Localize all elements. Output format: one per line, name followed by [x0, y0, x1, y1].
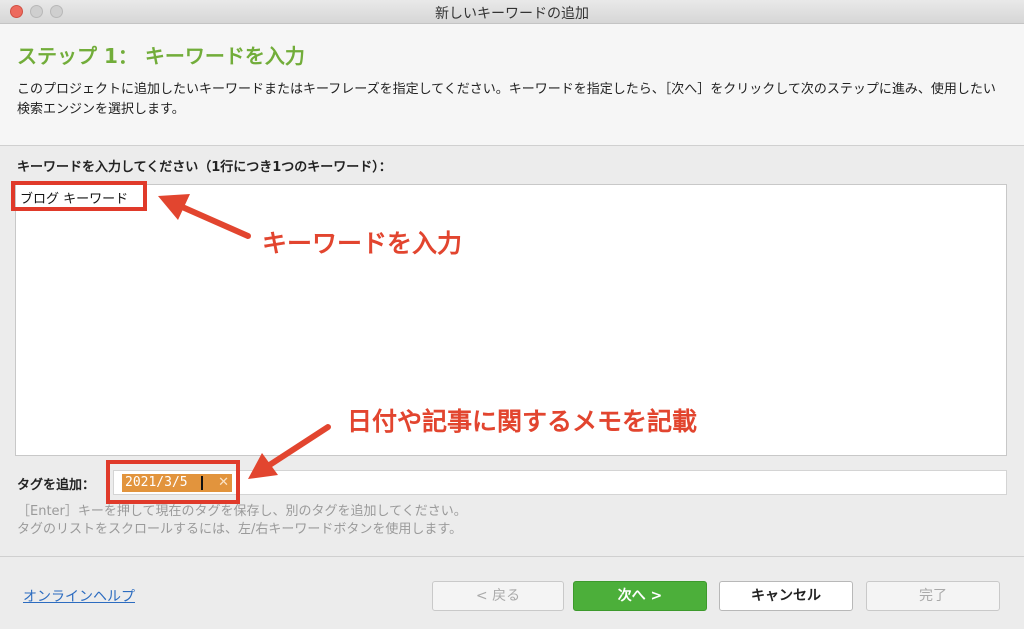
next-button[interactable]: 次へ > — [573, 581, 707, 611]
finish-button[interactable]: 完了 — [866, 581, 1000, 611]
tag-arrow — [248, 424, 331, 479]
online-help-link[interactable]: オンラインヘルプ — [23, 586, 135, 606]
keyword-annotation: キーワードを入力 — [262, 229, 463, 258]
cancel-button[interactable]: キャンセル — [719, 581, 853, 611]
wizard-footer: オンラインヘルプ < 戻る 次へ > キャンセル 完了 — [0, 556, 1024, 629]
tag-annotation: 日付や記事に関するメモを記載 — [347, 407, 698, 436]
keyword-arrow — [158, 194, 251, 239]
annotation-arrows — [158, 194, 331, 479]
back-button[interactable]: < 戻る — [432, 581, 564, 611]
